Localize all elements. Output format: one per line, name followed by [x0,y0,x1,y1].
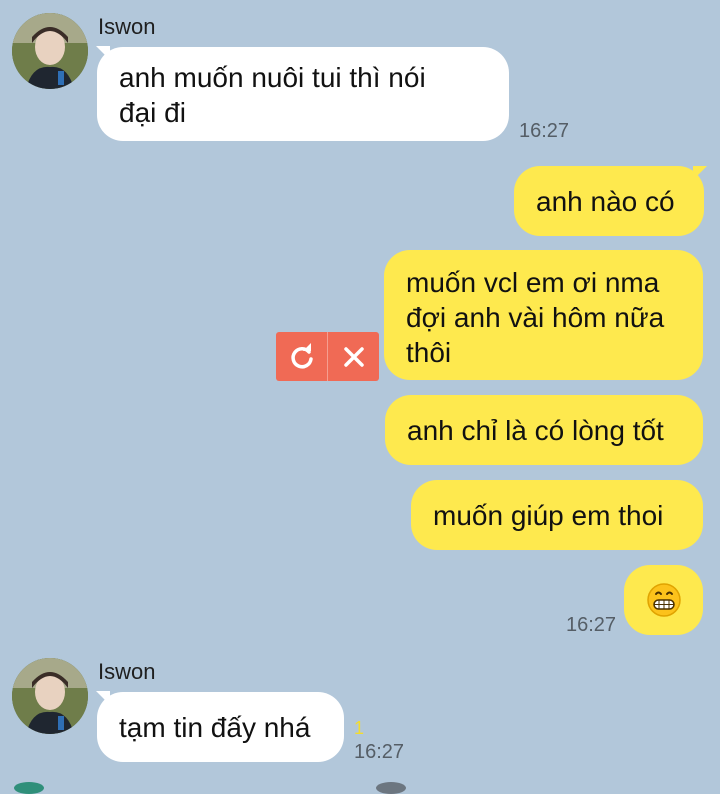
message-text: anh nào có [536,186,675,217]
unread-count: 1 [354,718,365,738]
message-timestamp: 16:27 [519,120,570,142]
message-bubble-incoming[interactable]: anh muốn nuôi tui thì nói đại đi [97,47,509,141]
grinning-face-icon [646,583,681,617]
message-bubble-incoming[interactable]: tạm tin đấy nhá [97,692,344,762]
contact-avatar[interactable] [12,13,88,89]
retry-send-button[interactable] [276,332,327,381]
partial-avatar [376,782,406,794]
message-text: muốn vcl em ơi nma [406,267,660,298]
delete-message-button[interactable] [328,332,379,381]
sender-name: Iswon [98,14,156,39]
contact-avatar[interactable] [12,658,88,734]
message-text: anh chỉ là có lòng tốt [407,415,664,446]
partial-avatar [14,782,44,794]
sender-name: Iswon [98,659,156,684]
message-text: thôi [406,337,452,368]
failed-message-actions [276,332,379,381]
message-text: tạm tin đấy nhá [119,712,311,743]
message-bubble-outgoing[interactable] [624,565,703,635]
message-bubble-outgoing[interactable]: anh nào có [514,166,704,236]
message-timestamp: 16:27 [566,614,617,636]
message-bubble-outgoing[interactable]: muốn giúp em thoi [411,480,703,550]
message-timestamp: 16:27 [354,741,405,763]
message-text: đại đi [119,97,186,128]
message-bubble-outgoing[interactable]: muốn vcl em ơi nma đợi anh vài hôm nữa t… [384,250,703,380]
close-icon [343,346,364,367]
message-text: muốn giúp em thoi [433,500,664,531]
message-bubble-outgoing[interactable]: anh chỉ là có lòng tốt [385,395,703,465]
retry-icon [290,342,313,368]
message-text: đợi anh vài hôm nữa [406,302,665,333]
message-text: anh muốn nuôi tui thì nói [119,62,426,93]
